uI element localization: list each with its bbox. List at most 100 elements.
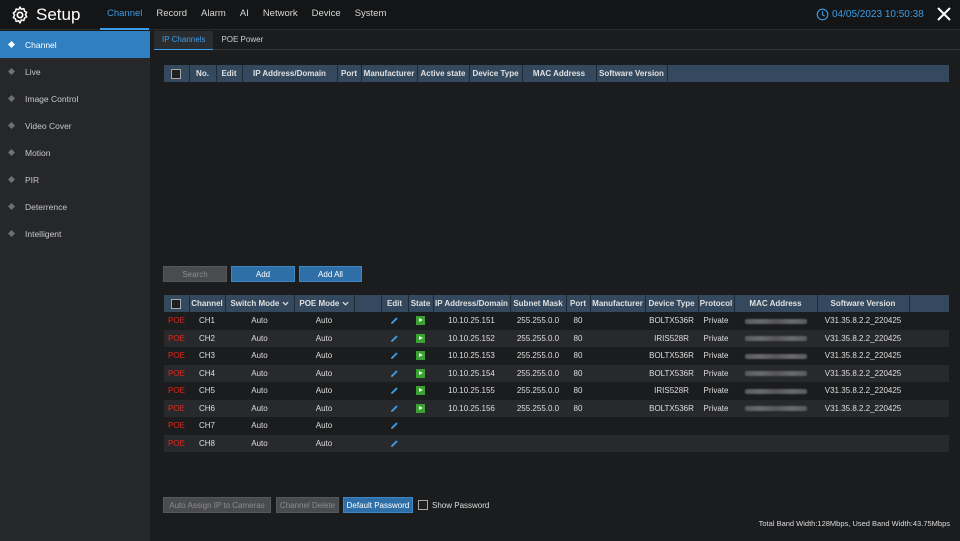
default-password-button[interactable]: Default Password [343, 497, 413, 513]
port: 80 [573, 351, 583, 361]
column-header: Port [337, 65, 362, 82]
main-nav: Channel Record Alarm AI Network Device S… [100, 0, 393, 30]
switch-mode[interactable]: Auto [225, 312, 294, 330]
search-button[interactable]: Search [163, 266, 227, 282]
switch-mode-header[interactable]: Switch Mode [225, 295, 295, 312]
channel-name: CH4 [198, 368, 215, 378]
table-row[interactable]: POE CH1 Auto Auto 10.10.25.151 255.255.0.0 80 B… [164, 312, 949, 330]
pencil-icon [391, 405, 398, 412]
show-password-toggle[interactable]: Show Password [418, 500, 489, 510]
top-bar: Setup Channel Record Alarm AI Network De… [0, 0, 960, 30]
protocol [698, 435, 734, 453]
sidebar-item-motion[interactable]: Motion [0, 139, 150, 166]
edit-button[interactable] [381, 330, 408, 348]
auto-assign-ip-button[interactable]: Auto Assign IP to Cameras [163, 497, 271, 513]
software-version: V31.35.8.2.2_220425 [824, 368, 902, 378]
play-icon [416, 333, 425, 343]
select-all-checkbox[interactable] [171, 298, 182, 309]
table-row[interactable]: POE CH4 Auto Auto 10.10.25.154 255.255.0.0 80 B… [164, 364, 949, 383]
blurred-mac [744, 318, 807, 324]
table-row[interactable]: POE CH6 Auto Auto 10.10.25.156 255.255.0.0 80 B… [164, 399, 949, 418]
column-header-label: Switch Mode [230, 299, 280, 308]
edit-button[interactable] [381, 417, 408, 435]
poe-mode[interactable]: Auto [294, 365, 354, 383]
protocol: Private [703, 333, 729, 343]
pencil-icon [391, 370, 398, 377]
add-button[interactable]: Add [231, 266, 295, 282]
protocol: Private [703, 386, 729, 396]
column-header: Software Version [817, 295, 910, 312]
pencil-icon [391, 440, 398, 447]
mac-address [734, 382, 817, 400]
nav-ai[interactable]: AI [233, 0, 256, 30]
table-row[interactable]: POE CH7 Auto Auto [164, 417, 949, 435]
sidebar-item-intelligent[interactable]: Intelligent [0, 220, 150, 247]
column-header: IP Address/Domain [242, 65, 338, 82]
datetime-text: 04/05/2023 10:50:38 [832, 9, 924, 20]
port: 80 [573, 316, 583, 326]
blurred-mac [744, 388, 807, 394]
port: 80 [573, 403, 583, 413]
switch-mode[interactable]: Auto [225, 382, 294, 400]
sidebar-item-image-control[interactable]: Image Control [0, 85, 150, 112]
switch-mode[interactable]: Auto [225, 400, 294, 418]
table-row[interactable]: POE CH2 Auto Auto 10.10.25.152 255.255.0.0 80 I… [164, 329, 949, 348]
edit-button[interactable] [381, 347, 408, 365]
edit-button[interactable] [381, 365, 408, 383]
edit-button[interactable] [381, 382, 408, 400]
edit-button[interactable] [381, 400, 408, 418]
column-header: Subnet Mask [510, 295, 567, 312]
channel-table: Channel Switch Mode POE Mode Edit State … [164, 295, 949, 452]
table-row[interactable]: POE CH3 Auto Auto 10.10.25.153 255.255.0.0 80 B… [164, 347, 949, 365]
nav-alarm[interactable]: Alarm [194, 0, 233, 30]
ip-address [433, 417, 510, 435]
show-password-checkbox[interactable] [418, 500, 428, 510]
subnet-mask [510, 435, 566, 453]
poe-mode[interactable]: Auto [294, 330, 354, 348]
column-header: Manufacturer [361, 65, 418, 82]
sidebar-item-channel[interactable]: Channel [0, 31, 150, 58]
tab-ip-channels[interactable]: IP Channels [154, 31, 214, 50]
poe-mode[interactable]: Auto [294, 347, 354, 365]
nav-network[interactable]: Network [256, 0, 305, 30]
nav-system[interactable]: System [348, 0, 394, 30]
sidebar-item-video-cover[interactable]: Video Cover [0, 112, 150, 139]
switch-mode[interactable]: Auto [225, 435, 294, 453]
poe-mode[interactable]: Auto [294, 435, 354, 453]
sidebar-item-pir[interactable]: PIR [0, 166, 150, 193]
sub-tabs: IP Channels POE Power [154, 31, 960, 50]
switch-mode[interactable]: Auto [225, 365, 294, 383]
poe-mode[interactable]: Auto [294, 417, 354, 435]
add-all-button[interactable]: Add All [299, 266, 362, 282]
tab-poe-power[interactable]: POE Power [213, 31, 271, 50]
poe-mode[interactable]: Auto [294, 400, 354, 418]
edit-button[interactable] [381, 435, 408, 453]
sidebar-item-live[interactable]: Live [0, 58, 150, 85]
mac-address [734, 312, 817, 330]
channel-delete-button[interactable]: Channel Delete [276, 497, 339, 513]
mac-address [734, 330, 817, 348]
switch-mode[interactable]: Auto [225, 330, 294, 348]
table-row[interactable]: POE CH5 Auto Auto 10.10.25.155 255.255.0.0 80 I… [164, 382, 949, 400]
poe-mode[interactable]: Auto [294, 312, 354, 330]
edit-button[interactable] [381, 312, 408, 330]
column-header: IP Address/Domain [433, 295, 511, 312]
port [566, 435, 590, 453]
main-content: IP Channels POE Power No. Edit IP Addres… [150, 31, 960, 541]
column-header-label: POE Mode [299, 299, 340, 308]
sidebar: Channel Live Image Control Video Cover M… [0, 31, 150, 541]
column-header: Protocol [698, 295, 735, 312]
switch-mode[interactable]: Auto [225, 347, 294, 365]
sidebar-item-deterrence[interactable]: Deterrence [0, 193, 150, 220]
nav-channel[interactable]: Channel [100, 0, 150, 30]
poe-mode-header[interactable]: POE Mode [294, 295, 355, 312]
software-version: V31.35.8.2.2_220425 [824, 386, 902, 396]
table-row[interactable]: POE CH8 Auto Auto [164, 434, 949, 453]
poe-mode[interactable]: Auto [294, 382, 354, 400]
close-icon[interactable] [936, 6, 952, 22]
nav-device[interactable]: Device [305, 0, 348, 30]
select-all-checkbox[interactable] [171, 68, 182, 79]
switch-mode[interactable]: Auto [225, 417, 294, 435]
nav-record[interactable]: Record [149, 0, 194, 30]
play-icon [416, 403, 425, 413]
